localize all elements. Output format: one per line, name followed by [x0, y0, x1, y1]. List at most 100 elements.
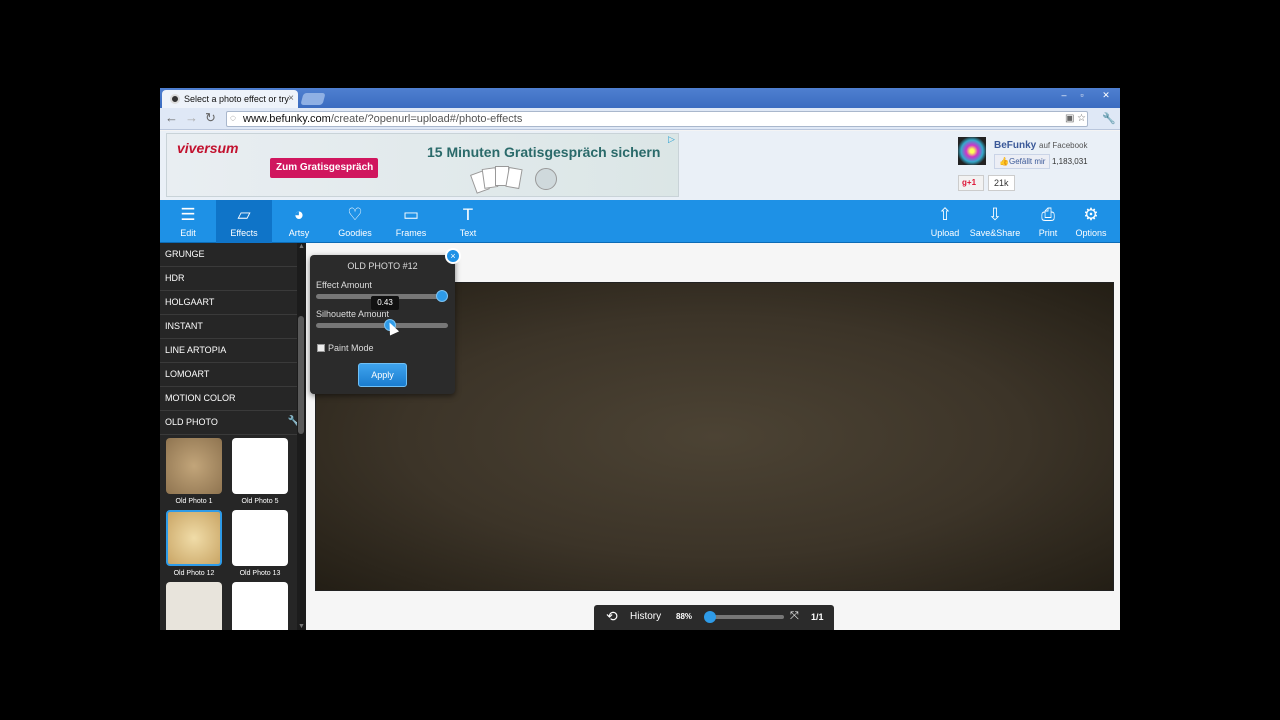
- zoom-knob[interactable]: [704, 611, 716, 623]
- thumbnail-image: [166, 582, 222, 630]
- tool-options[interactable]: ⚙ Options: [1064, 200, 1118, 243]
- social-box: BeFunky auf Facebook 👍Gefällt mir 1,183,…: [958, 137, 1108, 195]
- text-icon: T: [462, 205, 474, 224]
- category-label: HDR: [165, 273, 185, 283]
- wrench-icon[interactable]: 🔧: [1102, 112, 1116, 126]
- heart-icon: ♡: [347, 205, 363, 224]
- ad-cards-image: [470, 166, 561, 196]
- ad-banner[interactable]: viversum Zum Gratisgespräch 15 Minuten G…: [166, 133, 679, 197]
- category-instant[interactable]: INSTANT: [160, 315, 306, 339]
- tab-strip: Select a photo effect or try × – ▫ ✕: [160, 88, 1120, 108]
- back-icon[interactable]: ←: [165, 111, 178, 125]
- bookmark-star-icon[interactable]: ☆: [1077, 113, 1086, 124]
- category-hdr[interactable]: HDR: [160, 267, 306, 291]
- category-label: OLD PHOTO: [165, 417, 218, 427]
- category-old-photo[interactable]: OLD PHOTO 🔧: [160, 411, 306, 435]
- tool-label: Edit: [180, 228, 196, 238]
- tool-label: Upload: [930, 228, 960, 238]
- ad-bar: viversum Zum Gratisgespräch 15 Minuten G…: [160, 131, 1120, 200]
- history-button[interactable]: History: [630, 611, 661, 622]
- new-tab-button[interactable]: [300, 93, 326, 105]
- scrollbar-thumb[interactable]: [298, 316, 304, 434]
- tool-save-share[interactable]: ⇩ Save&Share: [968, 200, 1022, 243]
- tab-close-button[interactable]: ×: [288, 93, 294, 104]
- window-close-button[interactable]: ✕: [1096, 90, 1116, 101]
- effect-thumbnail[interactable]: Old Photo 1: [166, 438, 222, 505]
- tool-text[interactable]: T Text: [440, 200, 496, 243]
- category-lomoart[interactable]: LOMOART: [160, 363, 306, 387]
- ad-button[interactable]: Zum Gratisgespräch: [270, 158, 378, 178]
- browser-tab[interactable]: Select a photo effect or try ×: [162, 90, 298, 108]
- maximize-button[interactable]: ▫: [1072, 90, 1092, 100]
- photos-icon: ▱: [237, 205, 251, 224]
- social-name-text: BeFunky: [994, 140, 1037, 151]
- category-motion-color[interactable]: MOTION COLOR: [160, 387, 306, 411]
- effect-amount-label: Effect Amount: [316, 280, 372, 290]
- minimize-button[interactable]: –: [1054, 90, 1074, 100]
- zoom-slider[interactable]: [706, 615, 784, 619]
- tool-label: Frames: [395, 228, 427, 238]
- browser-window: Select a photo effect or try × – ▫ ✕ ← →…: [160, 88, 1120, 630]
- category-holgaart[interactable]: HOLGAART: [160, 291, 306, 315]
- download-icon: ⇩: [987, 205, 1003, 224]
- favicon-icon: [170, 94, 180, 104]
- ad-headline: 15 Minuten Gratisgespräch sichern: [427, 144, 661, 160]
- thumbnail-label: Old Photo 5: [241, 498, 279, 505]
- ad-choices-icon[interactable]: ▷: [668, 134, 678, 144]
- tool-effects[interactable]: ▱ Effects: [216, 200, 272, 243]
- category-list: GRUNGE HDR HOLGAART INSTANT LINE ARTOPIA LOMO…: [160, 243, 306, 435]
- tool-upload[interactable]: ⇧ Upload: [918, 200, 972, 243]
- history-icon[interactable]: ⟲: [606, 608, 618, 625]
- forward-icon[interactable]: →: [185, 111, 198, 125]
- sidebar-scrollbar[interactable]: ▲ ▼: [297, 243, 306, 630]
- effect-thumbnail[interactable]: Old Photo 13: [232, 510, 288, 577]
- category-grunge[interactable]: GRUNGE: [160, 243, 306, 267]
- like-count: 1,183,031: [1052, 157, 1088, 166]
- effect-thumbnail[interactable]: Old Photo 12: [166, 510, 222, 577]
- category-label: LINE ARTOPIA: [165, 345, 227, 355]
- thumbs-up-icon: 👍: [999, 157, 1009, 166]
- like-label: Gefällt mir: [1008, 157, 1046, 166]
- upload-icon: ⇧: [937, 205, 953, 224]
- tool-edit[interactable]: ☰ Edit: [160, 200, 216, 243]
- facebook-like-button[interactable]: 👍Gefällt mir: [994, 154, 1051, 169]
- category-label: GRUNGE: [165, 249, 205, 259]
- gplus-button[interactable]: g+1: [958, 175, 984, 191]
- scroll-down-icon[interactable]: ▼: [298, 623, 305, 630]
- page-action-icon[interactable]: ▣: [1065, 113, 1074, 124]
- gplus-label: +1: [966, 178, 977, 187]
- category-line-artopia[interactable]: LINE ARTOPIA: [160, 339, 306, 363]
- url-path: /create/?openurl=upload#/photo-effects: [330, 113, 523, 125]
- category-label: MOTION COLOR: [165, 393, 236, 403]
- category-label: INSTANT: [165, 321, 203, 331]
- social-name[interactable]: BeFunky auf Facebook: [994, 140, 1088, 151]
- editor-toolbar: ☰ Edit ▱ Effects ◕ Artsy ♡ Goodies ▭ Frames T Text ⇧…: [160, 200, 1120, 243]
- tab-title: Select a photo effect or try: [184, 94, 289, 104]
- category-label: LOMOART: [165, 369, 210, 379]
- zoom-level: 88%: [676, 612, 693, 621]
- thumbnail-image: [166, 438, 222, 494]
- thumbnail-image: [232, 510, 288, 566]
- address-bar[interactable]: ◌ www.befunky.com/create/?openurl=upload…: [226, 111, 1088, 127]
- effect-thumbnail[interactable]: Old Photo 5: [232, 438, 288, 505]
- category-label: HOLGAART: [165, 297, 215, 307]
- effect-thumbnail[interactable]: [166, 582, 222, 630]
- fit-screen-icon[interactable]: ⤧: [790, 610, 799, 623]
- ad-brand: viversum: [177, 140, 239, 156]
- reload-icon[interactable]: ↻: [205, 111, 216, 125]
- navigation-bar: ← → ↻ ◌ www.befunky.com/create/?openurl=…: [160, 108, 1120, 130]
- apply-button[interactable]: Apply: [358, 363, 407, 387]
- effect-amount-knob[interactable]: [436, 290, 448, 302]
- effects-sidebar: GRUNGE HDR HOLGAART INSTANT LINE ARTOPIA LOMO…: [160, 243, 306, 630]
- thumbnail-image: [232, 582, 288, 630]
- effect-thumbnail[interactable]: [232, 582, 288, 630]
- history-bar: ⟲ History 88% ⤧ 1/1: [594, 605, 834, 630]
- tool-artsy[interactable]: ◕ Artsy: [271, 200, 327, 243]
- tool-frames[interactable]: ▭ Frames: [383, 200, 439, 243]
- tool-goodies[interactable]: ♡ Goodies: [327, 200, 383, 243]
- panel-close-button[interactable]: ×: [445, 248, 461, 264]
- tool-label: Goodies: [338, 228, 372, 238]
- paint-mode-checkbox[interactable]: [317, 344, 325, 352]
- scroll-up-icon[interactable]: ▲: [298, 243, 305, 250]
- silhouette-amount-slider[interactable]: [316, 319, 448, 331]
